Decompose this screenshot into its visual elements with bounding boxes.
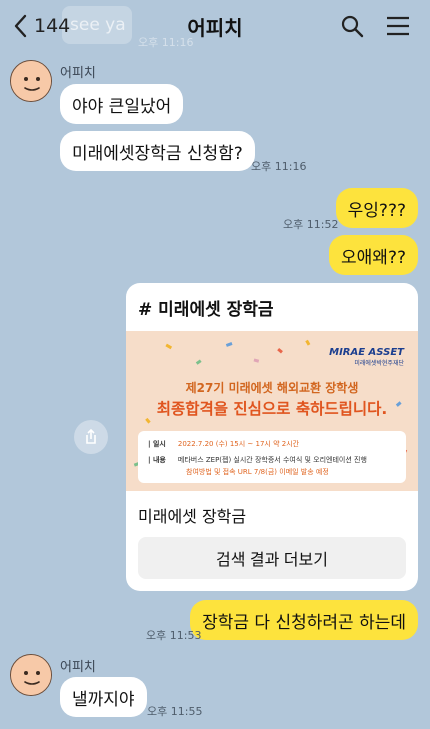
- message-text: 오애왜??: [341, 247, 406, 268]
- hamburger-menu-icon: [387, 16, 409, 36]
- brand-name: MIRAE ASSET: [329, 347, 404, 358]
- card-caption: 미래에셋 장학금: [138, 507, 247, 526]
- brand-subtitle: 미래에셋박현주재단: [354, 360, 404, 367]
- avatar[interactable]: [10, 60, 52, 102]
- share-icon: [86, 428, 96, 444]
- banner-headline-1: 제27기 미래에셋 해외교환 장학생: [185, 381, 359, 395]
- info-value-content-2: 참여방법 및 접속 URL 7/8(금) 이메일 발송 예정: [186, 468, 329, 476]
- info-value-content-1: 메타버스 ZEP(젭) 실시간 장학증서 수여식 및 오리엔테이션 진행: [177, 456, 367, 464]
- info-value-date: 2022.7.20 (수) 15시 ~ 17시 약 2시간: [177, 440, 300, 448]
- message-text: 낼까지야: [72, 689, 135, 710]
- message-bubble[interactable]: 장학금 다 신청하려곤 하는데: [190, 600, 418, 640]
- message-time: 오후 11:55: [147, 705, 203, 718]
- peach-face-icon: [11, 655, 51, 695]
- sender-name: 어피치: [60, 66, 96, 81]
- info-row-content: | 내용 메타버스 ZEP(젭) 실시간 장학증서 수여식 및 오리엔테이션 진…: [148, 455, 367, 465]
- message-bubble[interactable]: 미래에셋장학금 신청함?: [60, 131, 255, 171]
- message-time: 오후 11:16: [251, 160, 307, 173]
- message-text: 우잉???: [347, 200, 406, 221]
- info-key-content: | 내용: [148, 456, 166, 464]
- message-time: 오후 11:53: [146, 629, 202, 642]
- info-row-content-2: 참여방법 및 접속 URL 7/8(금) 이메일 발송 예정: [186, 467, 329, 477]
- message-bubble[interactable]: 낼까지야: [60, 677, 147, 717]
- brand-logo: MIRAE ASSET 미래에셋박현주재단: [329, 347, 404, 367]
- menu-button[interactable]: [382, 12, 414, 40]
- banner-info-box: | 일시 2022.7.20 (수) 15시 ~ 17시 약 2시간 | 내용 …: [138, 431, 406, 483]
- banner-headline-2: 최종합격을 진심으로 축하드립니다.: [156, 400, 388, 418]
- message-text: 장학금 다 신청하려곤 하는데: [202, 612, 406, 633]
- peach-face-icon: [11, 61, 51, 101]
- chat-header: see ya 오후 11:16 144 어피치: [0, 0, 430, 52]
- search-button[interactable]: [336, 12, 368, 40]
- search-icon: [341, 15, 364, 38]
- message-bubble[interactable]: 오애왜??: [329, 235, 418, 275]
- message-bubble[interactable]: 우잉???: [335, 188, 418, 228]
- info-key-date: | 일시: [148, 440, 166, 448]
- avatar[interactable]: [10, 654, 52, 696]
- message-text: 야야 큰일났어: [72, 96, 172, 117]
- card-title: # 미래에셋 장학금: [138, 300, 274, 320]
- more-results-button[interactable]: 검색 결과 더보기: [138, 537, 406, 579]
- share-button[interactable]: [74, 420, 108, 454]
- info-row-date: | 일시 2022.7.20 (수) 15시 ~ 17시 약 2시간: [148, 439, 299, 449]
- message-bubble[interactable]: 야야 큰일났어: [60, 84, 184, 124]
- message-text: 미래에셋장학금 신청함?: [72, 143, 243, 164]
- sender-name: 어피치: [60, 660, 96, 675]
- banner-image[interactable]: MIRAE ASSET 미래에셋박현주재단 제27기 미래에셋 해외교환 장학생…: [126, 331, 418, 491]
- shared-link-card[interactable]: # 미래에셋 장학금 MIRAE ASSET 미래에셋박현주재단 제27기 미래…: [126, 283, 418, 591]
- message-time: 오후 11:52: [283, 218, 339, 231]
